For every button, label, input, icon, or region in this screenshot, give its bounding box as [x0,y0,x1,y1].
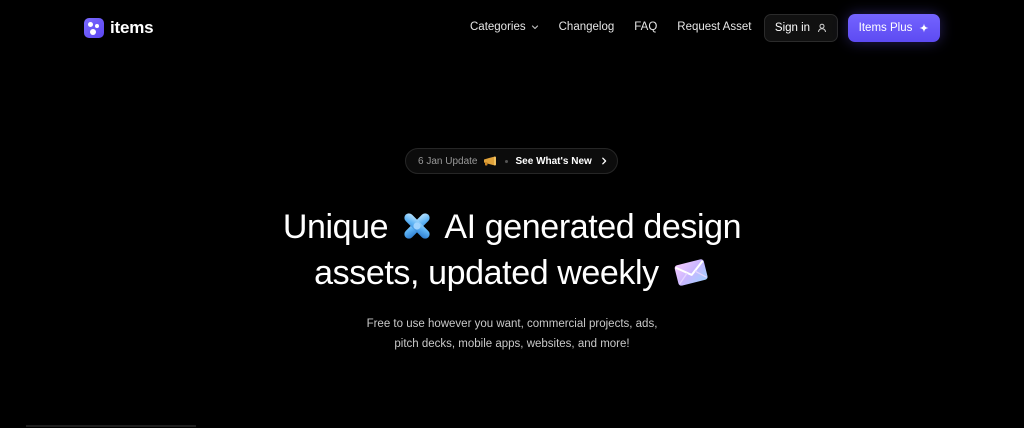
top-nav: items Categories Changelog FAQ Request A… [0,0,1024,56]
section-divider [26,425,196,427]
sign-in-button[interactable]: Sign in [764,14,838,42]
nav-faq-link[interactable]: FAQ [634,21,657,33]
brand-logo-link[interactable]: items [84,18,154,38]
whats-new-pill[interactable]: 6 Jan Update See What's New [405,148,618,174]
nav-links: Categories Changelog FAQ Request Asset [470,21,751,33]
hero-headline: Unique AI generated design assets, updat… [0,204,1024,296]
nav-categories-dropdown[interactable]: Categories [470,21,539,33]
x-emoji-icon [404,213,430,239]
headline-word-unique: Unique [282,208,389,246]
brand-name: items [110,18,154,37]
headline-line2: assets, updated weekly [314,254,659,292]
nav-changelog-link[interactable]: Changelog [559,21,615,33]
nav-request-asset-label: Request Asset [677,21,752,33]
see-whats-new-link: See What's New [515,155,592,167]
nav-faq-label: FAQ [634,21,658,33]
nav-request-asset-link[interactable]: Request Asset [677,21,751,33]
megaphone-icon [483,156,496,166]
chevron-right-icon [601,157,607,165]
user-icon [818,23,827,33]
sparkle-icon [919,23,929,33]
nav-changelog-label: Changelog [558,21,615,33]
update-date: 6 Jan Update [418,155,478,167]
pill-separator-dot [504,159,508,163]
hero-subtext: Free to use however you want, commercial… [0,314,1024,354]
envelope-emoji-icon [674,259,708,286]
hero-subtext-line1: Free to use however you want, commercial… [366,318,658,330]
items-logo-icon [84,18,104,38]
items-plus-label: Items Plus [858,22,913,34]
sign-in-label: Sign in [774,22,811,34]
items-plus-button[interactable]: Items Plus [848,14,940,42]
nav-categories-label: Categories [470,21,526,33]
hero-subtext-line2: pitch decks, mobile apps, websites, and … [394,338,630,350]
chevron-down-icon [531,25,538,30]
headline-line1-rest: AI generated design [444,208,742,246]
